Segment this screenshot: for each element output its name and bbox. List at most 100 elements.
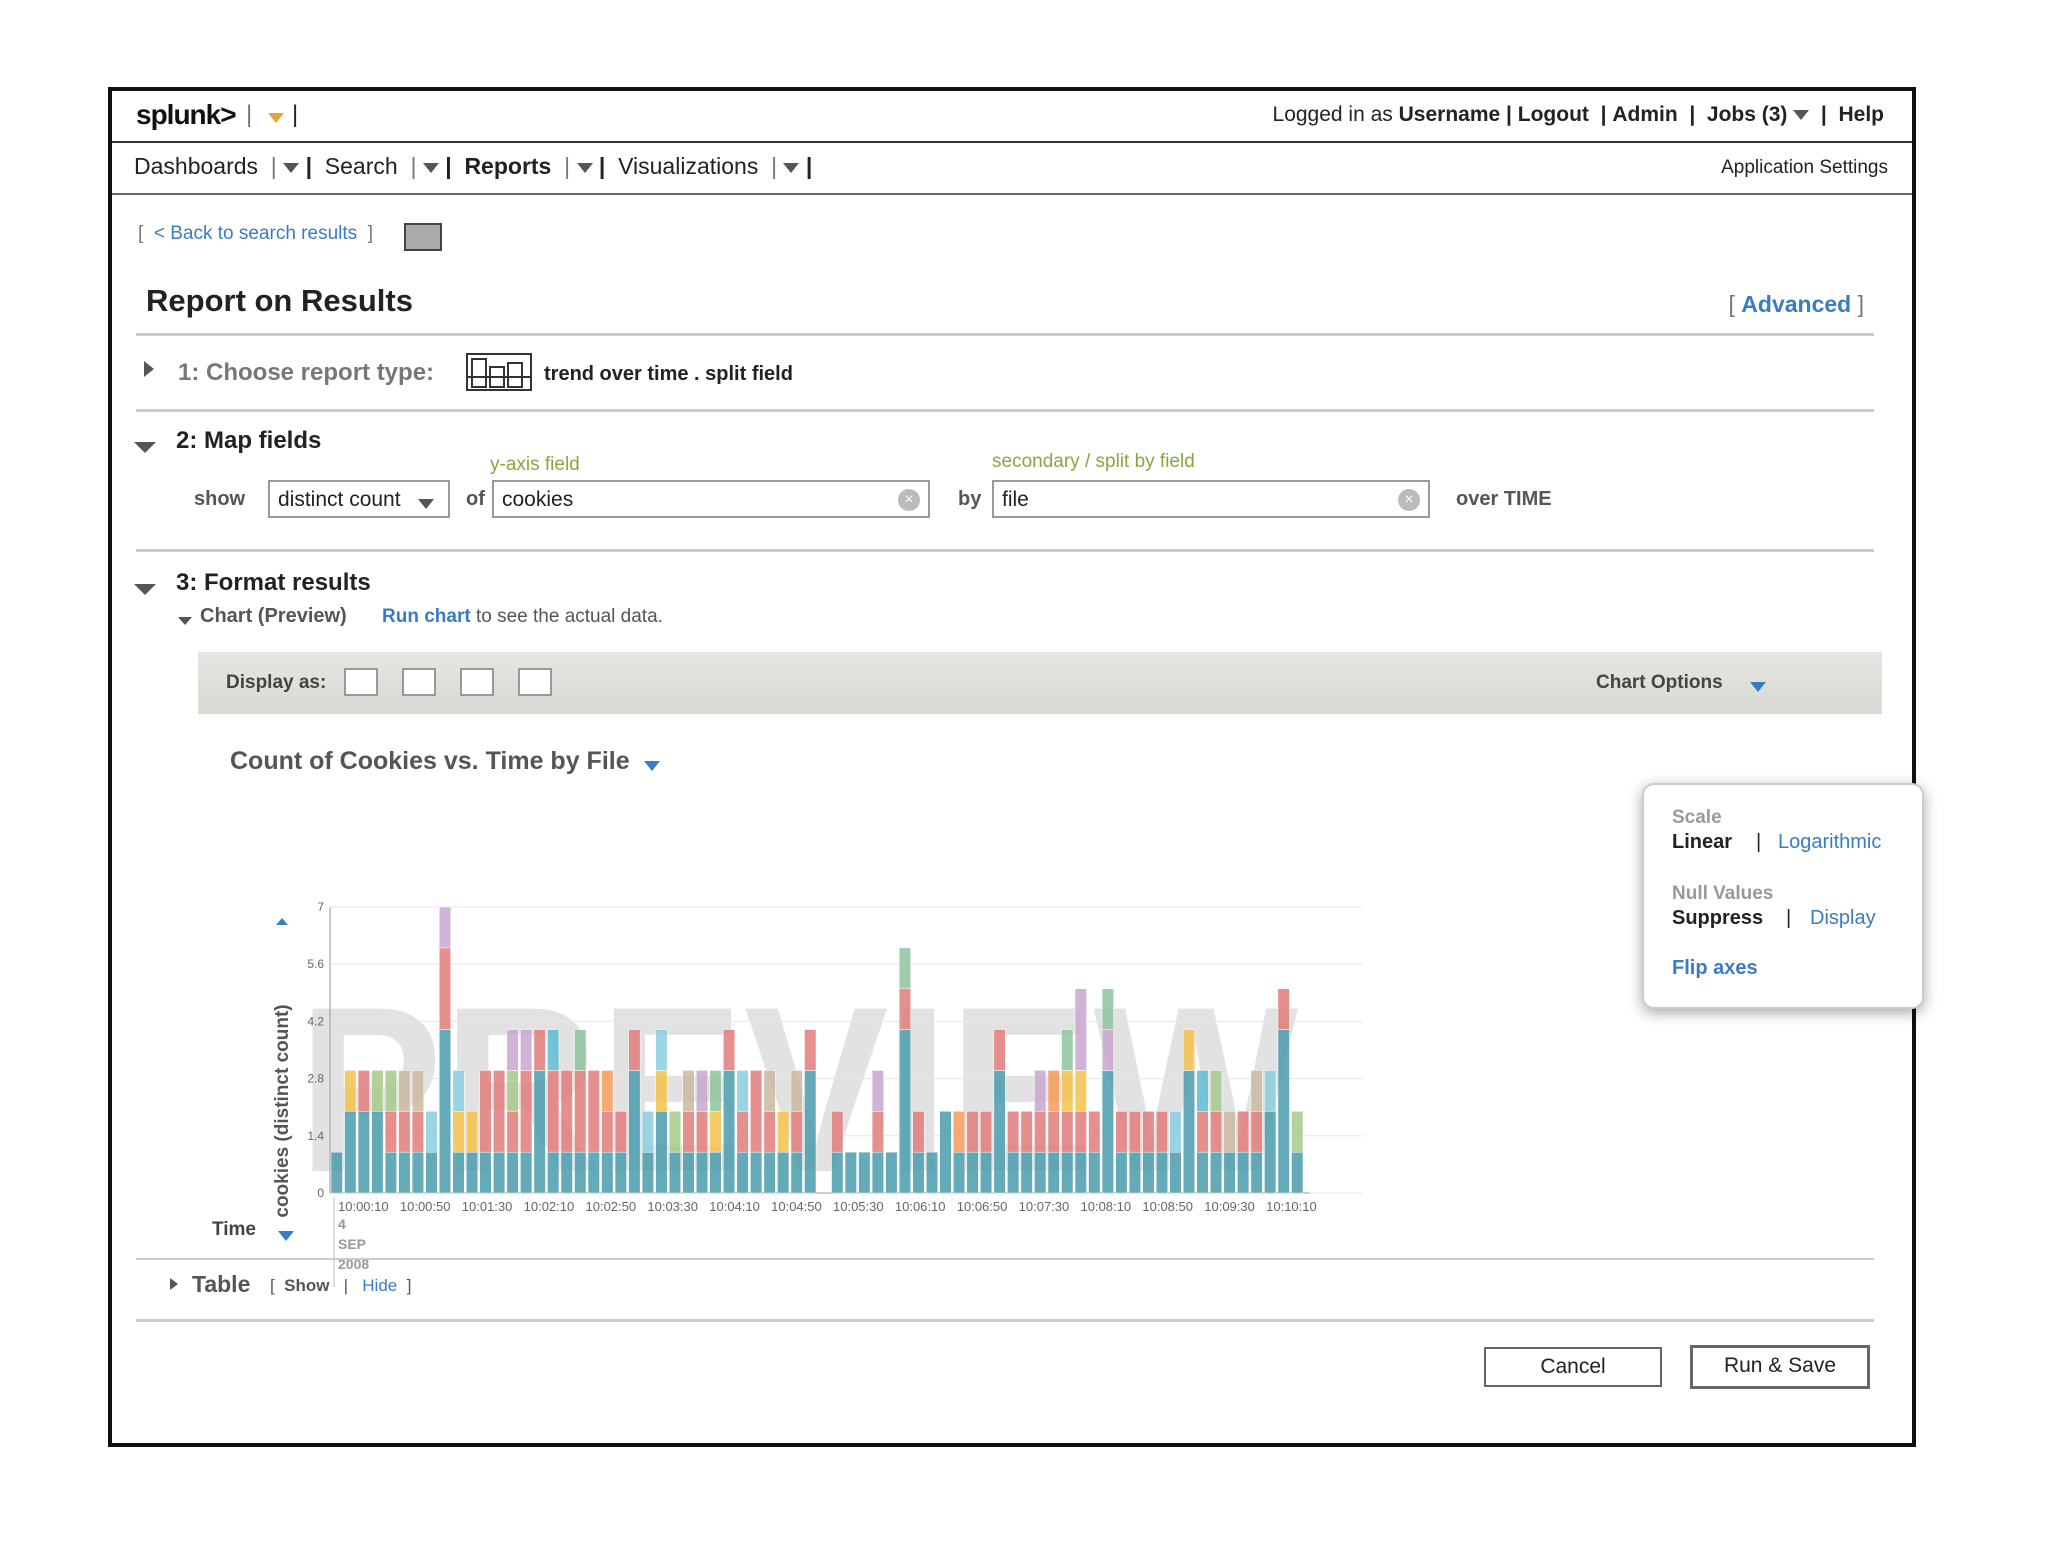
clear-icon[interactable]: × bbox=[1398, 489, 1420, 511]
bar-segment bbox=[1088, 1151, 1101, 1194]
aggregate-select[interactable]: distinct count bbox=[268, 480, 450, 518]
bar-segment bbox=[655, 1070, 668, 1112]
display-chart-type-4[interactable] bbox=[518, 668, 552, 696]
bar-segment bbox=[939, 1111, 952, 1194]
run-and-save-button[interactable]: Run & Save bbox=[1690, 1345, 1870, 1389]
bar-segment bbox=[506, 1029, 519, 1071]
back-to-search-link[interactable]: Back to search results bbox=[170, 223, 357, 244]
bar-segment bbox=[398, 1151, 411, 1194]
nav-reports[interactable]: Reports bbox=[464, 153, 551, 179]
bar-segment bbox=[506, 1111, 519, 1153]
bar-segment bbox=[871, 1111, 884, 1153]
bar-segment bbox=[547, 1151, 560, 1194]
bar-segment bbox=[966, 1151, 979, 1194]
bar-segment bbox=[1250, 1070, 1263, 1112]
step2-label[interactable]: 2: Map fields bbox=[176, 427, 321, 455]
bar-segment bbox=[790, 1070, 803, 1112]
bar-segment bbox=[898, 988, 911, 1030]
jobs-link[interactable]: Jobs (3) bbox=[1707, 103, 1788, 126]
jobs-chevron-down-icon[interactable] bbox=[1793, 103, 1810, 126]
bar-segment bbox=[831, 1111, 844, 1153]
cancel-button[interactable]: Cancel bbox=[1484, 1347, 1662, 1387]
bar-segment bbox=[723, 1070, 736, 1194]
x-tick-label: 10:03:30 bbox=[647, 1199, 698, 1214]
bar-segment bbox=[1196, 1151, 1209, 1194]
step3-label[interactable]: 3: Format results bbox=[176, 569, 371, 597]
nav-visualizations[interactable]: Visualizations bbox=[618, 153, 758, 179]
bar-segment bbox=[330, 1151, 343, 1194]
bar-segment bbox=[1210, 1070, 1223, 1112]
table-section-label[interactable]: Table bbox=[192, 1271, 250, 1298]
flip-axes-link[interactable]: Flip axes bbox=[1672, 957, 1758, 980]
chevron-down-icon[interactable] bbox=[418, 495, 434, 513]
chart-section-label[interactable]: Chart (Preview) bbox=[200, 605, 347, 628]
nav-dashboards-chevron-down-icon[interactable] bbox=[283, 153, 300, 179]
bar-segment bbox=[398, 1111, 411, 1153]
scale-log-option[interactable]: Logarithmic bbox=[1778, 831, 1881, 854]
step2-collapse-icon[interactable] bbox=[134, 439, 156, 457]
bar-segment bbox=[763, 1111, 776, 1153]
display-chart-type-2[interactable] bbox=[402, 668, 436, 696]
splunk-logo[interactable]: splunk> bbox=[136, 99, 237, 131]
bar-segment bbox=[466, 1111, 479, 1153]
bar-segment bbox=[1155, 1151, 1168, 1194]
bar-segment bbox=[1034, 1111, 1047, 1153]
help-link[interactable]: Help bbox=[1838, 103, 1884, 126]
bar-segment bbox=[641, 1151, 654, 1194]
bar-segment bbox=[438, 1029, 452, 1194]
report-type-icon[interactable] bbox=[466, 353, 532, 391]
bar-segment bbox=[1101, 988, 1114, 1030]
split-field-input[interactable]: file × bbox=[992, 480, 1430, 518]
nav-search[interactable]: Search bbox=[325, 153, 398, 179]
bar-segment bbox=[1142, 1111, 1155, 1153]
application-settings-link[interactable]: Application Settings bbox=[1721, 157, 1888, 179]
bar-segment bbox=[411, 1111, 424, 1153]
x-tick-label: 10:08:10 bbox=[1081, 1199, 1132, 1214]
bar-segment bbox=[750, 1070, 763, 1153]
step3-collapse-icon[interactable] bbox=[134, 581, 156, 599]
logout-link[interactable]: Logout bbox=[1518, 103, 1589, 126]
app-menu-chevron-down-icon[interactable] bbox=[268, 109, 284, 127]
display-chart-type-1[interactable] bbox=[344, 668, 378, 696]
chart-options-button[interactable]: Chart Options bbox=[1596, 672, 1723, 694]
null-display-option[interactable]: Display bbox=[1810, 907, 1876, 930]
table-expand-icon[interactable] bbox=[170, 1277, 178, 1295]
nav-search-chevron-down-icon[interactable] bbox=[422, 153, 439, 179]
nav-visualizations-chevron-down-icon[interactable] bbox=[783, 153, 800, 179]
x-tick-label: 10:06:50 bbox=[957, 1199, 1008, 1214]
by-label: by bbox=[958, 488, 982, 510]
page-title: Report on Results bbox=[146, 283, 413, 318]
advanced-link[interactable]: Advanced bbox=[1741, 291, 1851, 317]
bar-segment bbox=[925, 1151, 939, 1194]
bar-segment bbox=[804, 1070, 817, 1194]
chart-options-chevron-down-icon[interactable] bbox=[1750, 678, 1766, 696]
nav-dashboards[interactable]: Dashboards bbox=[134, 153, 258, 179]
null-suppress-option[interactable]: Suppress bbox=[1672, 907, 1763, 930]
advanced-link-wrap: [ Advanced ] bbox=[1728, 291, 1865, 317]
step1-label[interactable]: 1: Choose report type: bbox=[178, 359, 434, 387]
bar-segment bbox=[871, 1070, 884, 1112]
step1-expand-icon[interactable] bbox=[144, 361, 154, 382]
chart-section-collapse-icon[interactable] bbox=[178, 612, 192, 630]
clear-icon[interactable]: × bbox=[898, 489, 920, 511]
chart-title-chevron-down-icon[interactable] bbox=[644, 757, 660, 775]
x-axis-chevron-down-icon[interactable] bbox=[278, 1227, 294, 1245]
y-axis-field-input[interactable]: cookies × bbox=[492, 480, 930, 518]
bar-segment bbox=[1169, 1111, 1182, 1153]
back-chevron-left-icon[interactable]: < bbox=[154, 223, 165, 244]
bar-segment bbox=[763, 1070, 776, 1112]
bar-segment bbox=[506, 1070, 519, 1112]
bar-segment bbox=[709, 1111, 722, 1153]
report-thumbnail-icon[interactable] bbox=[404, 223, 442, 251]
separator: | bbox=[1756, 831, 1762, 853]
admin-link[interactable]: Admin bbox=[1612, 103, 1677, 126]
display-chart-type-3[interactable] bbox=[460, 668, 494, 696]
nav-reports-chevron-down-icon[interactable] bbox=[576, 153, 593, 179]
x-tick-label: 10:08:50 bbox=[1142, 1199, 1193, 1214]
table-hide-link[interactable]: Hide bbox=[362, 1276, 397, 1295]
stacked-bar-chart: PREVIEW01.42.84.25.67cookies (distinct c… bbox=[272, 900, 1362, 1287]
run-chart-link[interactable]: Run chart bbox=[382, 606, 471, 627]
scale-linear-option[interactable]: Linear bbox=[1672, 831, 1732, 854]
table-show-link[interactable]: Show bbox=[284, 1276, 329, 1295]
username[interactable]: Username bbox=[1399, 103, 1501, 126]
